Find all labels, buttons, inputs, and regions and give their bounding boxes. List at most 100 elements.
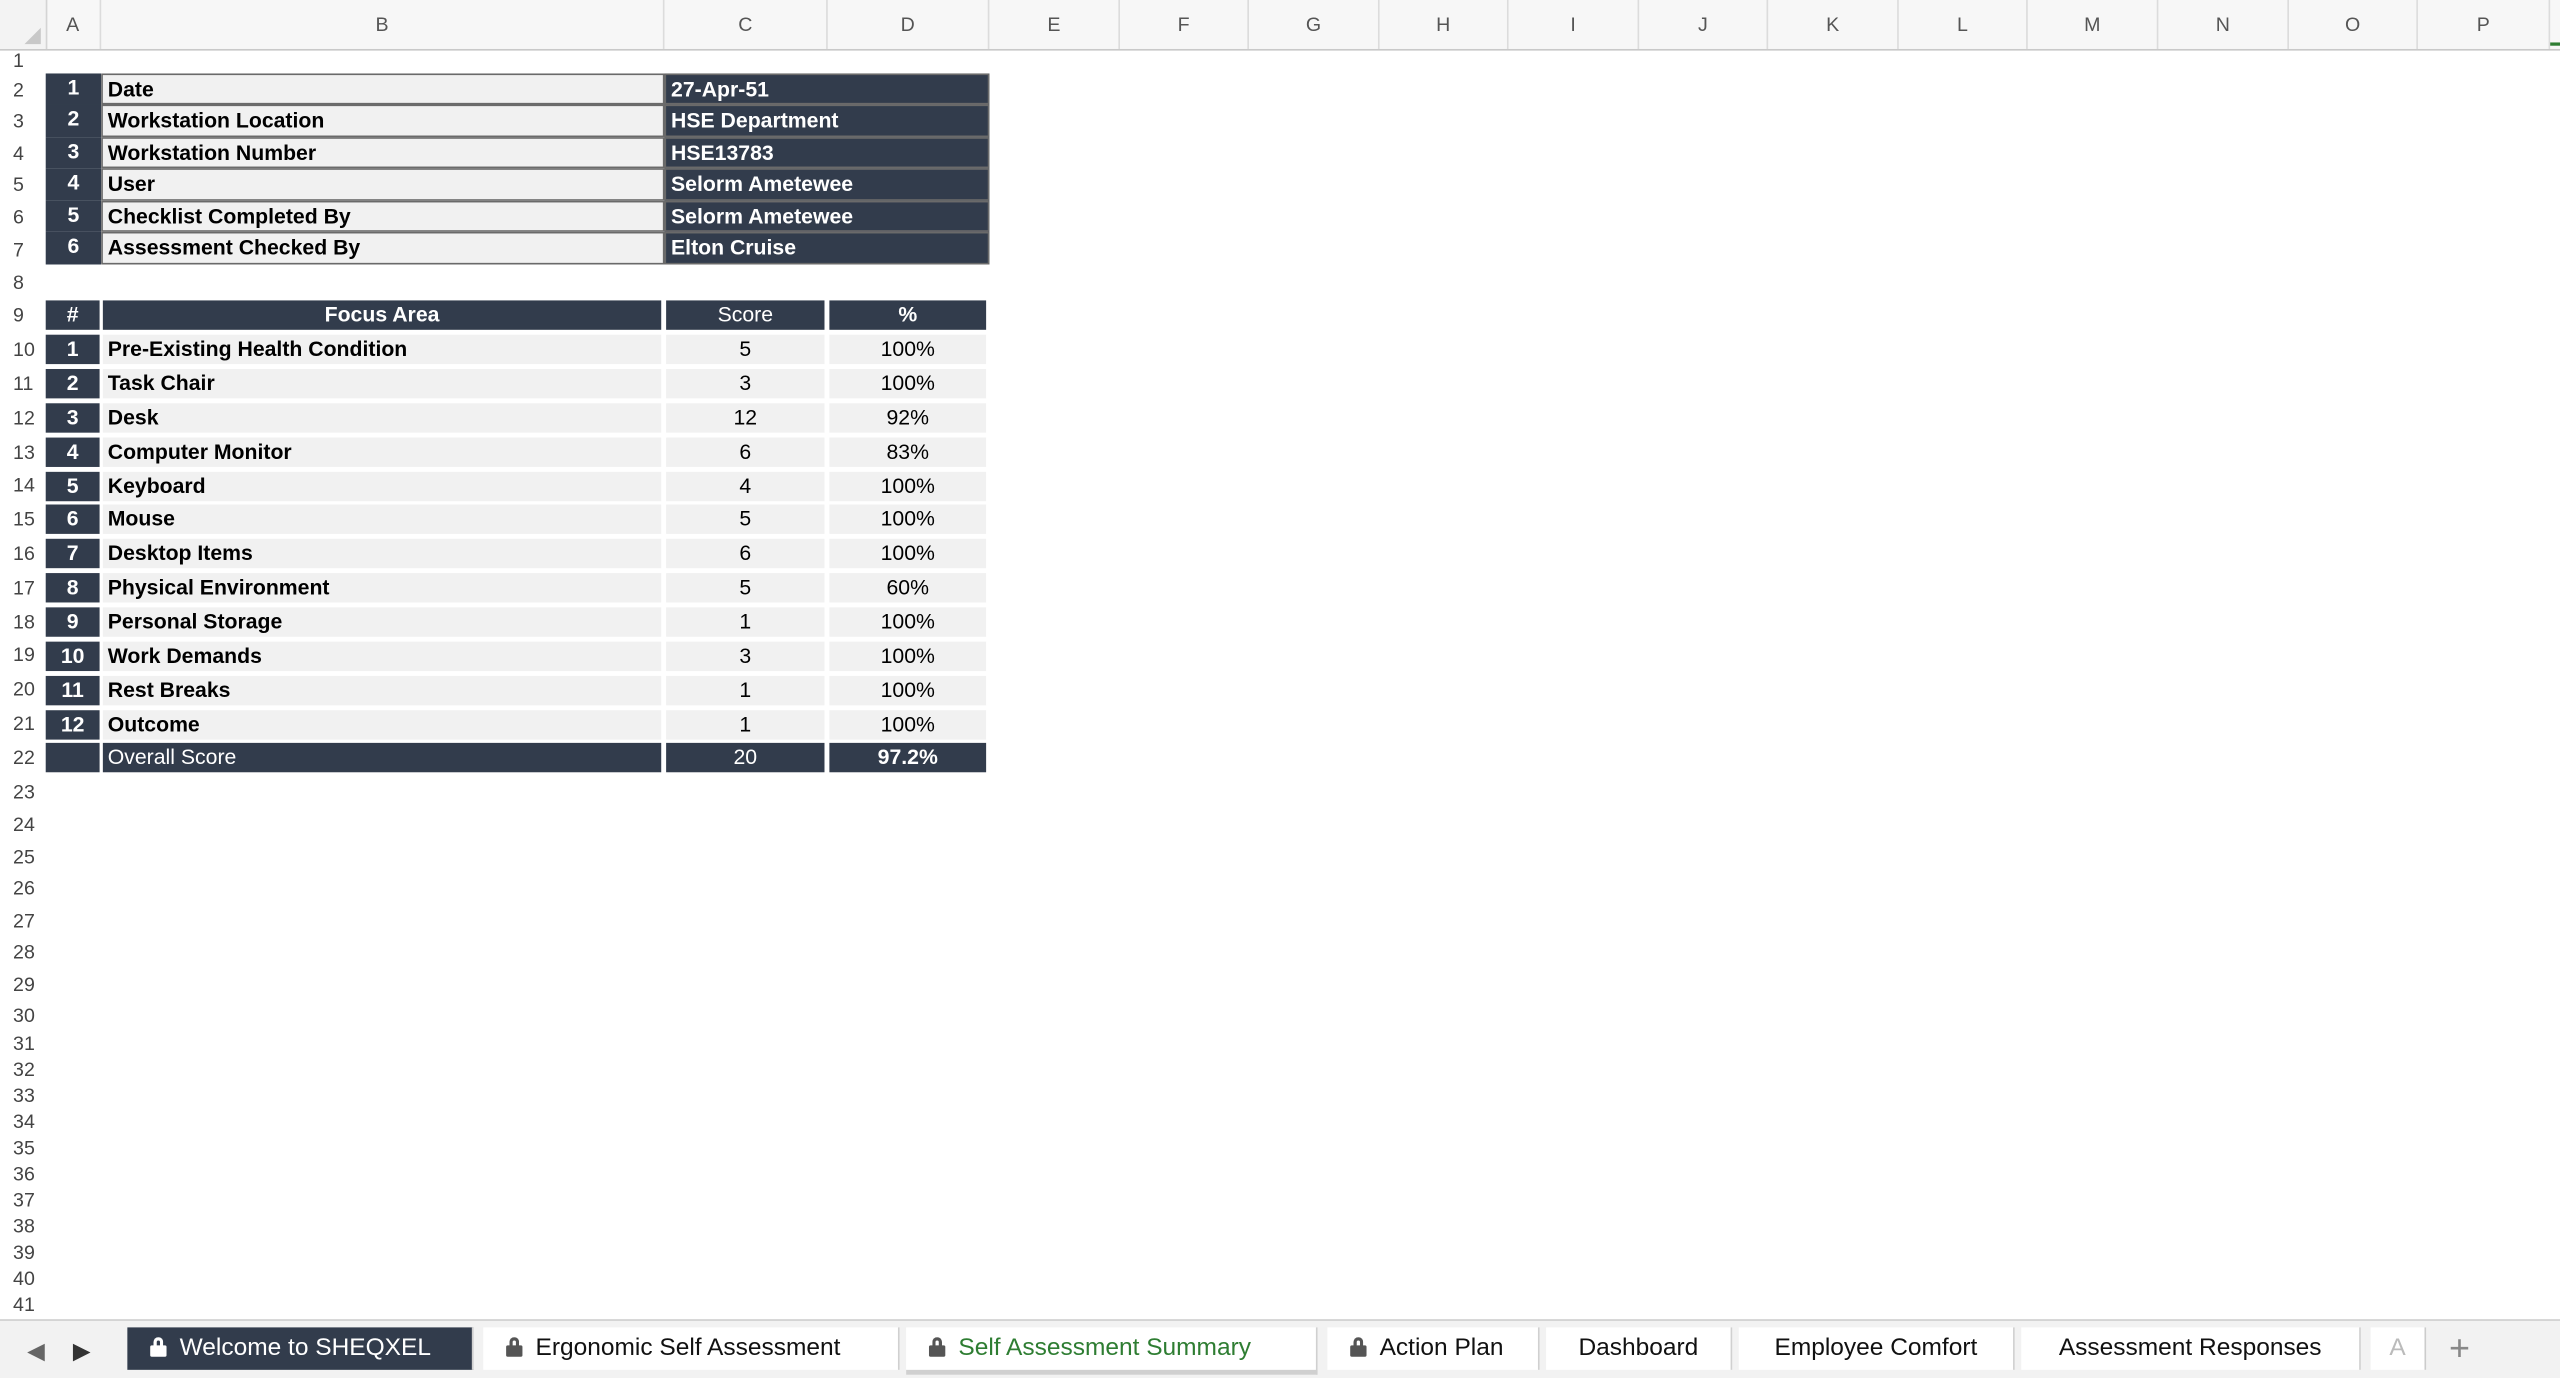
info-value-completed-by[interactable]: Selorm Ametewee [664,200,990,232]
select-all-corner[interactable] [0,0,48,49]
summary-row-percent[interactable]: 100% [829,675,987,706]
info-label-user[interactable]: User [101,168,665,201]
summary-row-score[interactable]: 1 [666,675,825,706]
info-number-cell[interactable]: 5 [45,200,102,232]
column-header-e[interactable]: E [989,0,1120,49]
info-value-workstation-number[interactable]: HSE13783 [664,137,990,169]
summary-row-number[interactable]: 7 [45,538,100,569]
summary-row-area[interactable]: Outcome [102,710,662,740]
summary-header-percent[interactable]: % [829,300,987,330]
column-header-o[interactable]: O [2289,0,2418,49]
row-header[interactable]: 7 [0,233,46,266]
tab-self-assessment-summary[interactable]: Self Assessment Summary [906,1327,1318,1375]
summary-row-area[interactable]: Work Demands [102,641,662,672]
row-header[interactable]: 14 [0,469,46,503]
row-header[interactable]: 37 [0,1187,46,1213]
row-header[interactable]: 1 [0,49,46,73]
overall-score-value[interactable]: 20 [666,742,825,773]
summary-row-percent[interactable]: 100% [829,538,987,569]
info-number-cell[interactable]: 6 [45,231,102,265]
summary-row-area[interactable]: Keyboard [102,471,662,502]
row-header[interactable]: 25 [0,841,46,874]
column-header-d[interactable]: D [828,0,990,49]
row-header[interactable]: 28 [0,937,46,968]
info-label-checked-by[interactable]: Assessment Checked By [101,231,665,265]
info-label-completed-by[interactable]: Checklist Completed By [101,200,665,232]
summary-row-area[interactable]: Desktop Items [102,538,662,569]
chevron-right-icon[interactable]: ▶ [70,1337,93,1363]
row-header[interactable]: 19 [0,638,46,672]
row-header[interactable]: 38 [0,1213,46,1239]
column-header-l[interactable]: L [1899,0,2028,49]
summary-row-number[interactable]: 10 [45,641,100,672]
column-header-k[interactable]: K [1768,0,1899,49]
row-header[interactable]: 22 [0,741,46,775]
info-number-cell[interactable]: 1 [45,73,102,105]
tab-ergonomic-self-assessment[interactable]: Ergonomic Self Assessment [483,1327,900,1370]
chevron-left-icon[interactable]: ◀ [24,1337,47,1363]
row-header[interactable]: 16 [0,537,46,571]
column-header-j[interactable]: J [1639,0,1769,49]
row-header[interactable]: 20 [0,673,46,707]
column-header-f[interactable]: F [1120,0,1249,49]
summary-row-score[interactable]: 5 [666,573,825,603]
info-value-location[interactable]: HSE Department [664,104,990,138]
row-header[interactable]: 18 [0,606,46,639]
summary-row-percent[interactable]: 100% [829,607,987,637]
summary-row-percent[interactable]: 92% [829,403,987,433]
row-header[interactable]: 17 [0,571,46,605]
info-number-cell[interactable]: 4 [45,168,102,201]
summary-row-number[interactable]: 4 [45,437,100,467]
row-header[interactable]: 41 [0,1291,46,1317]
tab-overflow[interactable]: A [2370,1327,2427,1370]
summary-row-number[interactable]: 12 [45,710,100,740]
summary-row-percent[interactable]: 60% [829,573,987,603]
overall-blank-cell[interactable] [45,742,100,773]
summary-row-number[interactable]: 8 [45,573,100,603]
row-header[interactable]: 9 [0,299,46,333]
column-header-i[interactable]: I [1509,0,1640,49]
summary-row-area[interactable]: Computer Monitor [102,437,662,467]
row-header[interactable]: 24 [0,808,46,841]
summary-row-percent[interactable]: 100% [829,504,987,534]
tab-dashboard[interactable]: Dashboard [1546,1327,1733,1370]
column-header-h[interactable]: H [1380,0,1509,49]
row-header[interactable]: 27 [0,905,46,938]
row-header[interactable]: 21 [0,707,46,741]
tab-action-plan[interactable]: Action Plan [1327,1327,1540,1370]
row-header[interactable]: 6 [0,201,46,234]
summary-header-score[interactable]: Score [666,300,825,330]
summary-row-area[interactable]: Physical Environment [102,573,662,603]
info-label-date[interactable]: Date [101,73,665,105]
row-header[interactable]: 26 [0,873,46,904]
column-header-p[interactable]: P [2418,0,2551,49]
tab-employee-comfort[interactable]: Employee Comfort [1738,1327,2015,1370]
summary-row-percent[interactable]: 100% [829,641,987,672]
row-header[interactable]: 30 [0,1001,46,1030]
row-header[interactable]: 32 [0,1056,46,1082]
overall-score-percent[interactable]: 97.2% [829,742,987,773]
row-header[interactable]: 23 [0,776,46,809]
summary-row-percent[interactable]: 100% [829,334,987,365]
row-header[interactable]: 3 [0,106,46,137]
row-header[interactable]: 5 [0,170,46,201]
tab-welcome-to-sheqxel[interactable]: Welcome to SHEQXEL [127,1327,474,1370]
plus-icon[interactable]: + [2449,1330,2470,1367]
row-header[interactable]: 39 [0,1239,46,1265]
summary-row-area[interactable]: Rest Breaks [102,675,662,706]
row-header[interactable]: 13 [0,436,46,469]
summary-row-number[interactable]: 3 [45,403,100,433]
summary-row-score[interactable]: 3 [666,641,825,672]
column-header-n[interactable]: N [2158,0,2289,49]
row-header[interactable]: 2 [0,73,46,106]
summary-row-percent[interactable]: 100% [829,471,987,502]
summary-header-number[interactable]: # [45,300,100,330]
summary-row-score[interactable]: 6 [666,538,825,569]
tab-assessment-responses[interactable]: Assessment Responses [2021,1327,2361,1370]
summary-row-score[interactable]: 5 [666,504,825,534]
row-header[interactable]: 34 [0,1109,46,1135]
row-header[interactable]: 33 [0,1082,46,1108]
row-header[interactable]: 40 [0,1265,46,1291]
summary-header-focus-area[interactable]: Focus Area [102,300,662,330]
info-label-workstation-number[interactable]: Workstation Number [101,137,665,169]
